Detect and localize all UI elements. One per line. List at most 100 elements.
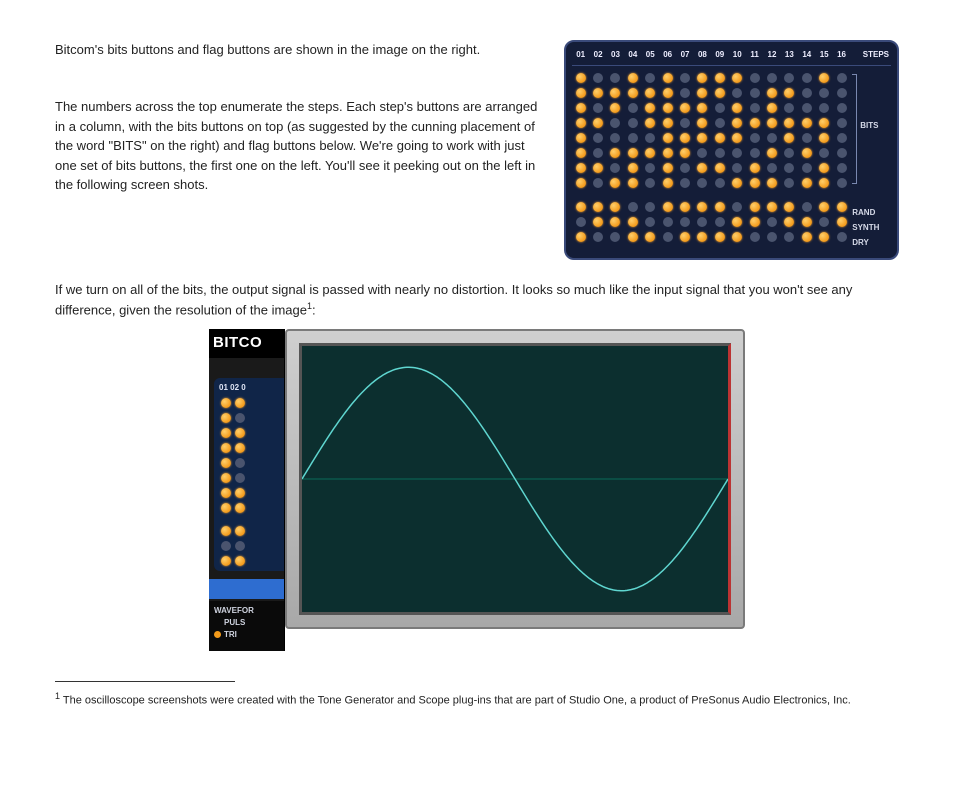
bit-button[interactable]: [694, 162, 711, 174]
bit-button[interactable]: [624, 102, 641, 114]
flag-button[interactable]: [659, 231, 676, 243]
bit-button[interactable]: [676, 102, 693, 114]
bit-button[interactable]: [815, 102, 832, 114]
bit-button[interactable]: [763, 147, 780, 159]
bit-button[interactable]: [233, 457, 247, 469]
bit-button[interactable]: [659, 87, 676, 99]
bit-button[interactable]: [798, 132, 815, 144]
bit-button[interactable]: [694, 72, 711, 84]
bit-button[interactable]: [572, 162, 589, 174]
bit-button[interactable]: [676, 117, 693, 129]
flag-button[interactable]: [676, 231, 693, 243]
bit-button[interactable]: [815, 147, 832, 159]
bit-button[interactable]: [746, 147, 763, 159]
flag-button[interactable]: [781, 216, 798, 228]
bit-button[interactable]: [798, 72, 815, 84]
bit-button[interactable]: [746, 87, 763, 99]
bit-button[interactable]: [607, 147, 624, 159]
bit-button[interactable]: [746, 162, 763, 174]
flag-button[interactable]: [798, 216, 815, 228]
flag-button[interactable]: [642, 216, 659, 228]
flag-button[interactable]: [711, 231, 728, 243]
bit-button[interactable]: [233, 472, 247, 484]
bit-button[interactable]: [624, 72, 641, 84]
bit-button[interactable]: [781, 72, 798, 84]
bit-button[interactable]: [233, 397, 247, 409]
flag-button[interactable]: [572, 231, 589, 243]
bit-button[interactable]: [624, 162, 641, 174]
bit-button[interactable]: [572, 102, 589, 114]
bit-button[interactable]: [711, 162, 728, 174]
flag-button[interactable]: [572, 201, 589, 213]
flag-button[interactable]: [746, 231, 763, 243]
bit-button[interactable]: [589, 132, 606, 144]
bit-button[interactable]: [781, 102, 798, 114]
bit-button[interactable]: [642, 117, 659, 129]
flag-button[interactable]: [694, 231, 711, 243]
bit-button[interactable]: [798, 117, 815, 129]
flag-button[interactable]: [624, 231, 641, 243]
bit-button[interactable]: [833, 117, 850, 129]
bit-button[interactable]: [694, 177, 711, 189]
flag-button[interactable]: [729, 231, 746, 243]
bit-button[interactable]: [763, 72, 780, 84]
bit-button[interactable]: [833, 147, 850, 159]
bit-button[interactable]: [711, 102, 728, 114]
bit-button[interactable]: [659, 177, 676, 189]
bit-button[interactable]: [763, 87, 780, 99]
bit-button[interactable]: [589, 117, 606, 129]
bit-button[interactable]: [798, 177, 815, 189]
flag-button[interactable]: [729, 201, 746, 213]
bit-button[interactable]: [233, 427, 247, 439]
flag-button[interactable]: [815, 231, 832, 243]
bit-button[interactable]: [746, 102, 763, 114]
flag-button[interactable]: [729, 216, 746, 228]
bit-button[interactable]: [676, 147, 693, 159]
bit-button[interactable]: [763, 162, 780, 174]
bit-button[interactable]: [676, 162, 693, 174]
flag-button[interactable]: [624, 216, 641, 228]
bit-button[interactable]: [763, 132, 780, 144]
bit-button[interactable]: [233, 412, 247, 424]
bit-button[interactable]: [694, 147, 711, 159]
flag-button[interactable]: [763, 216, 780, 228]
bit-button[interactable]: [219, 502, 233, 514]
flag-button[interactable]: [798, 201, 815, 213]
bit-button[interactable]: [746, 117, 763, 129]
bit-button[interactable]: [607, 177, 624, 189]
flag-button[interactable]: [711, 201, 728, 213]
bit-button[interactable]: [711, 177, 728, 189]
bit-button[interactable]: [729, 147, 746, 159]
bit-button[interactable]: [781, 162, 798, 174]
flag-button[interactable]: [233, 555, 247, 567]
flag-button[interactable]: [233, 525, 247, 537]
bit-button[interactable]: [642, 87, 659, 99]
bit-button[interactable]: [798, 147, 815, 159]
bit-button[interactable]: [642, 72, 659, 84]
bit-button[interactable]: [659, 132, 676, 144]
bit-button[interactable]: [607, 72, 624, 84]
bit-button[interactable]: [729, 72, 746, 84]
bit-button[interactable]: [729, 117, 746, 129]
bit-button[interactable]: [711, 72, 728, 84]
bit-button[interactable]: [815, 72, 832, 84]
bit-button[interactable]: [607, 87, 624, 99]
bit-button[interactable]: [711, 132, 728, 144]
bit-button[interactable]: [642, 132, 659, 144]
bit-button[interactable]: [781, 117, 798, 129]
bit-button[interactable]: [711, 147, 728, 159]
bit-button[interactable]: [763, 102, 780, 114]
bit-button[interactable]: [659, 117, 676, 129]
flag-button[interactable]: [833, 231, 850, 243]
bit-button[interactable]: [781, 147, 798, 159]
bit-button[interactable]: [798, 102, 815, 114]
flag-button[interactable]: [624, 201, 641, 213]
flag-button[interactable]: [676, 216, 693, 228]
bit-button[interactable]: [572, 117, 589, 129]
bit-button[interactable]: [729, 162, 746, 174]
bit-button[interactable]: [589, 177, 606, 189]
bit-button[interactable]: [833, 132, 850, 144]
bit-button[interactable]: [219, 457, 233, 469]
bit-button[interactable]: [624, 132, 641, 144]
bit-button[interactable]: [607, 102, 624, 114]
